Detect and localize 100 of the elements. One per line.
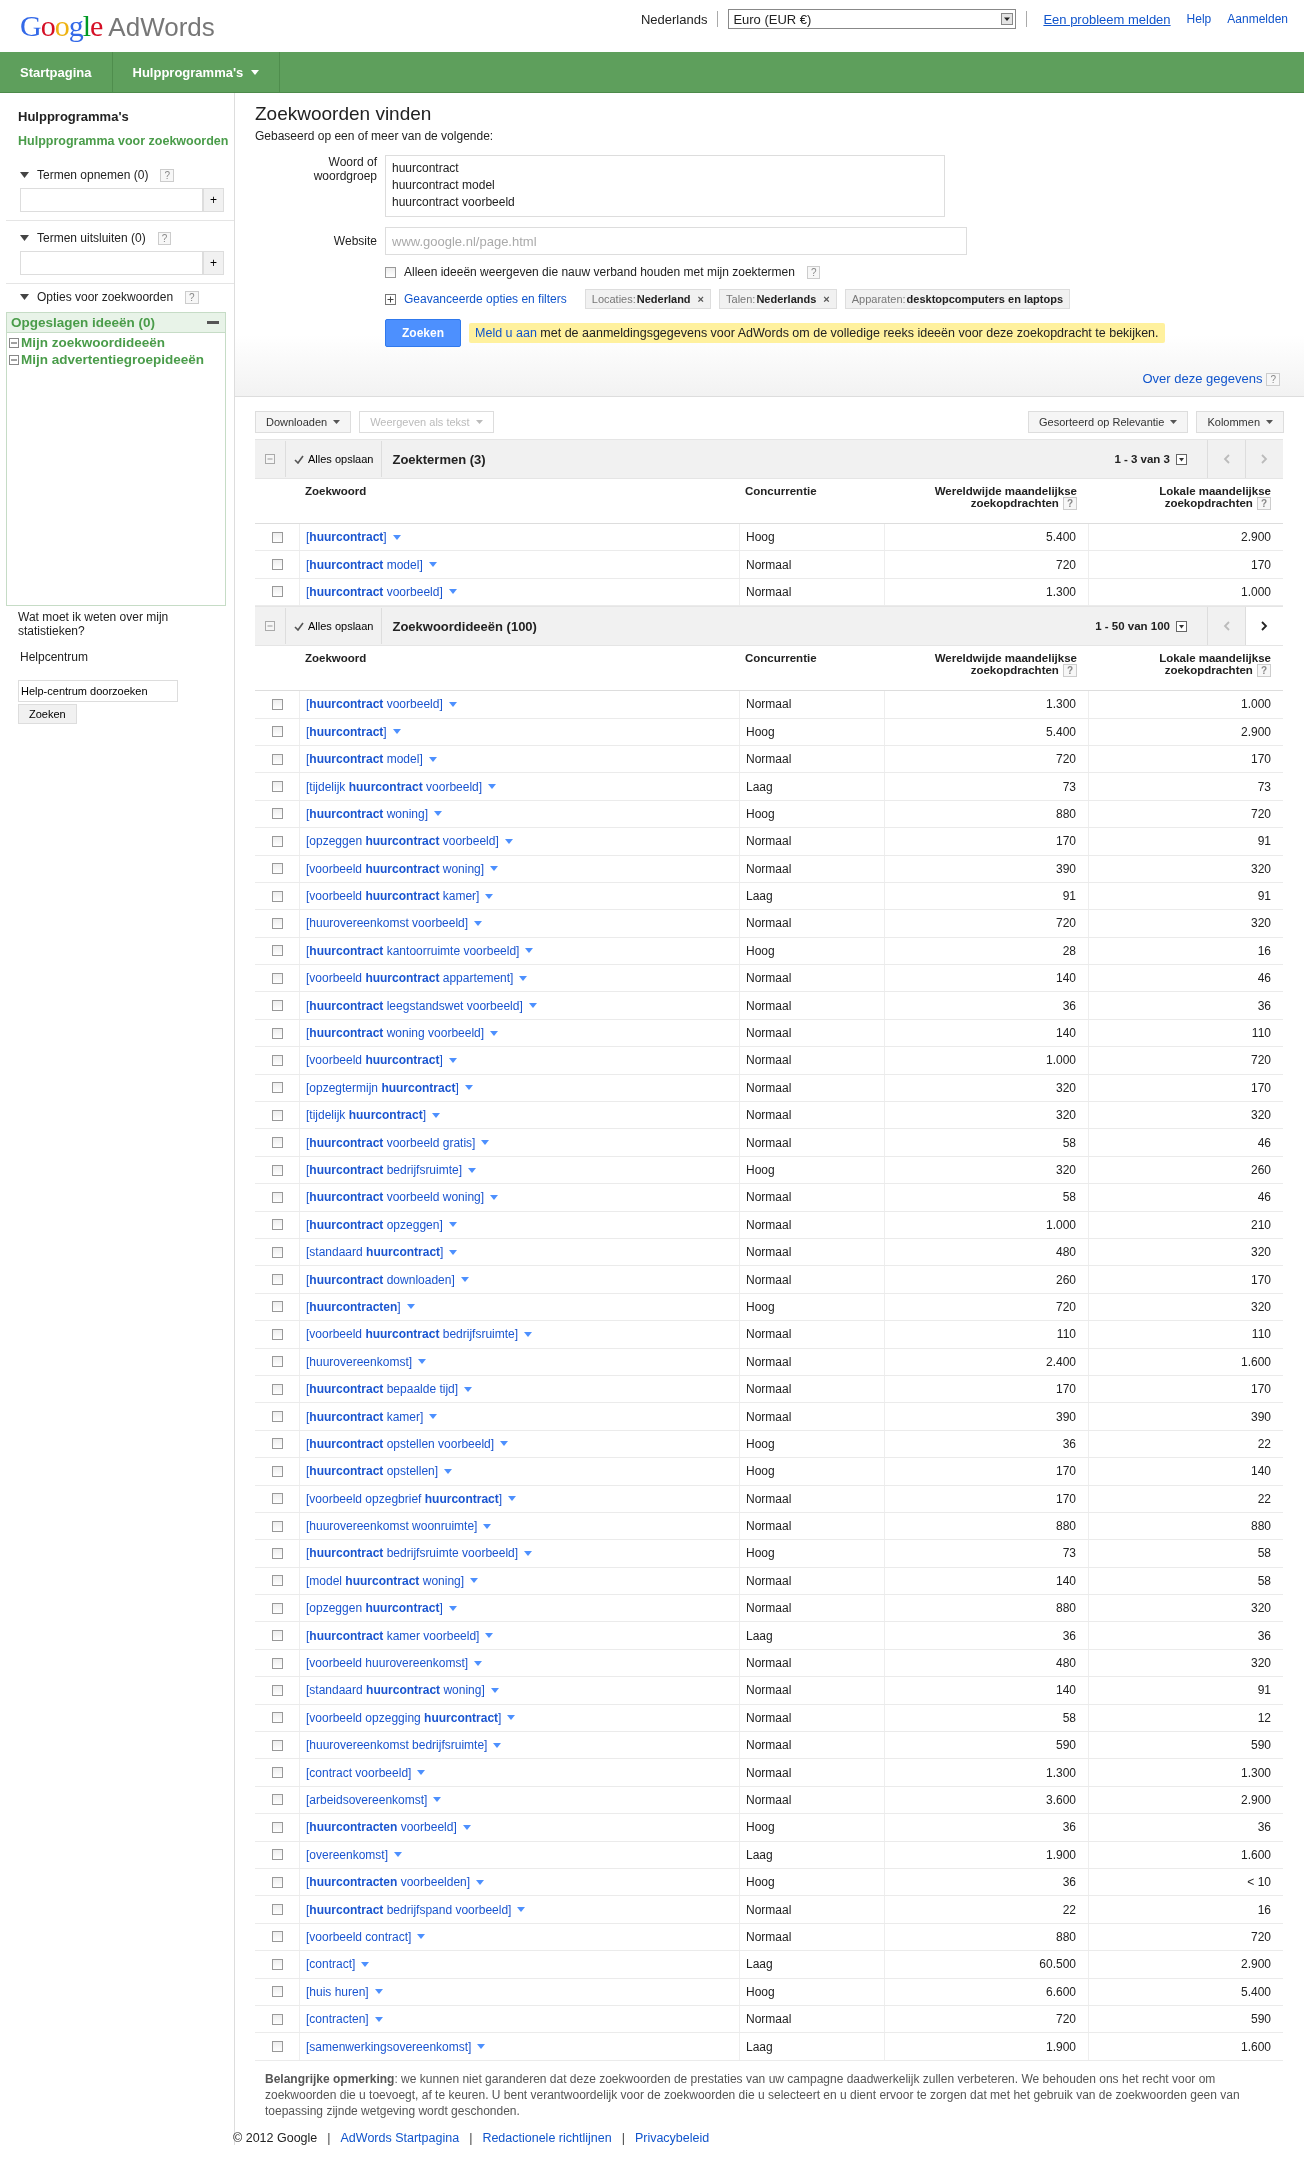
caret-icon[interactable]: [490, 1194, 499, 1200]
caret-icon[interactable]: [485, 893, 494, 899]
caret-icon[interactable]: [251, 69, 260, 75]
help-icon[interactable]: ?: [157, 231, 172, 245]
keyword-link[interactable]: [samenwerkingsovereenkomst]: [306, 2039, 472, 2054]
row-checkbox[interactable]: [271, 1904, 283, 1916]
term-input[interactable]: [20, 251, 203, 275]
help-icon[interactable]: ?: [185, 290, 199, 304]
keyword-link[interactable]: [opzeggen huurcontract]: [306, 1601, 443, 1616]
row-checkbox[interactable]: [271, 808, 283, 820]
checkbox[interactable]: [385, 266, 396, 278]
caret-icon[interactable]: [481, 1140, 490, 1146]
row-checkbox[interactable]: [271, 863, 283, 875]
row-checkbox[interactable]: [271, 1301, 283, 1313]
caret-icon[interactable]: [493, 1742, 502, 1748]
keyword-link[interactable]: [contracten]: [306, 2012, 369, 2027]
row-checkbox[interactable]: [271, 1383, 283, 1395]
row-checkbox[interactable]: [271, 918, 283, 929]
keyword-link[interactable]: [huurcontract bedrijfspand voorbeeld]: [306, 1902, 512, 1917]
caret-icon[interactable]: [432, 1112, 441, 1118]
keyword-link[interactable]: [huurcontract opstellen voorbeeld]: [306, 1436, 495, 1451]
row-checkbox[interactable]: [271, 559, 283, 571]
caret-icon[interactable]: [448, 589, 457, 595]
keyword-link[interactable]: [huurcontracten voorbeeld]: [306, 1820, 457, 1835]
caret-icon[interactable]: [448, 701, 457, 707]
section-label[interactable]: Opties voor zoekwoorden: [37, 290, 174, 304]
caret-icon[interactable]: [468, 1167, 477, 1173]
row-checkbox[interactable]: [271, 1684, 283, 1696]
keyword-link[interactable]: [huurcontract downloaden]: [306, 1272, 455, 1287]
keyword-link[interactable]: [huurcontracten]: [306, 1299, 401, 1314]
caret-icon[interactable]: [444, 1468, 453, 1474]
keyword-link[interactable]: [huurovereenkomst]: [306, 1354, 413, 1369]
website-field[interactable]: www.google.nl/page.html: [385, 227, 967, 255]
currency-select[interactable]: Euro (EUR €): [728, 9, 1017, 29]
caret-icon[interactable]: [508, 1496, 517, 1502]
row-checkbox[interactable]: [271, 726, 283, 738]
keyword-link[interactable]: [voorbeeld huurcontract kamer]: [306, 889, 480, 904]
row-checkbox[interactable]: [271, 1767, 283, 1779]
footer-link[interactable]: Redactionele richtlijnen: [482, 2130, 612, 2145]
keyword-link[interactable]: [huurcontracten voorbeelden]: [306, 1875, 471, 1890]
row-checkbox[interactable]: [271, 1794, 283, 1806]
column-header[interactable]: Wereldwijde maandelijkse zoekopdrachten ?: [890, 652, 1077, 678]
save-all-button[interactable]: Alles opslaan: [285, 441, 383, 477]
keyword-link[interactable]: [huurcontract bepaalde tijd]: [306, 1382, 459, 1397]
keyword-link[interactable]: [contract]: [306, 1957, 356, 1972]
row-checkbox[interactable]: [271, 835, 283, 847]
row-checkbox[interactable]: [271, 1411, 283, 1422]
keyword-link[interactable]: [huurcontract bedrijfsruimte]: [306, 1163, 463, 1177]
dropdown-icon[interactable]: [1176, 620, 1187, 632]
caret-icon[interactable]: [460, 1277, 469, 1283]
header-link[interactable]: Aanmelden: [1227, 12, 1288, 26]
keyword-link[interactable]: [voorbeeld huurcontract]: [306, 1053, 443, 1068]
caret-icon[interactable]: [394, 1852, 403, 1858]
collapse-icon[interactable]: [265, 621, 275, 632]
caret-icon[interactable]: [428, 562, 437, 568]
keyword-link[interactable]: [huurcontract leegstandswet voorbeeld]: [306, 998, 523, 1013]
help-search-field[interactable]: Help-centrum doorzoeken: [18, 680, 178, 702]
row-checkbox[interactable]: [271, 1493, 283, 1505]
collapse-triangle-icon[interactable]: [20, 172, 29, 178]
caret-icon[interactable]: [374, 2016, 383, 2022]
term-input[interactable]: [20, 188, 203, 212]
caret-icon[interactable]: [528, 1003, 537, 1009]
add-button[interactable]: +: [203, 188, 224, 212]
caret-icon[interactable]: [449, 1249, 458, 1255]
filter-chip[interactable]: Talen:Nederlands ×: [719, 289, 837, 309]
keyword-link[interactable]: [huurcontract woning voorbeeld]: [306, 1026, 485, 1041]
row-checkbox[interactable]: [271, 972, 283, 984]
keyword-link[interactable]: [huurcontract kantoorruimte voorbeeld]: [306, 943, 520, 958]
expand-icon[interactable]: [385, 293, 396, 305]
row-checkbox[interactable]: [271, 1931, 283, 1943]
help-icon[interactable]: ?: [160, 168, 174, 182]
help-center-label[interactable]: Helpcentrum: [6, 638, 226, 664]
column-header[interactable]: Lokale maandelijkse zoekopdrachten ?: [1095, 485, 1271, 510]
row-checkbox[interactable]: [271, 1657, 283, 1669]
keyword-link[interactable]: [tijdelijk huurcontract voorbeeld]: [306, 779, 483, 794]
row-checkbox[interactable]: [271, 698, 283, 710]
row-checkbox[interactable]: [271, 1000, 283, 1012]
about-data-link[interactable]: Over deze gegevens: [1142, 371, 1263, 386]
caret-icon[interactable]: [524, 1331, 533, 1337]
caret-icon[interactable]: [429, 1414, 438, 1419]
row-checkbox[interactable]: [271, 1876, 283, 1888]
keyword-link[interactable]: [huurcontract kamer voorbeeld]: [306, 1628, 480, 1643]
keyword-link[interactable]: [huurcontract kamer]: [306, 1409, 424, 1424]
caret-icon[interactable]: [507, 1715, 516, 1721]
row-checkbox[interactable]: [271, 1602, 283, 1614]
keyword-link[interactable]: [huis huren]: [306, 1984, 369, 1999]
row-checkbox[interactable]: [271, 1630, 283, 1642]
caret-icon[interactable]: [490, 866, 499, 872]
caret-icon[interactable]: [477, 2044, 486, 2049]
row-checkbox[interactable]: [271, 1164, 283, 1176]
caret-icon[interactable]: [418, 1359, 427, 1365]
keyword-link[interactable]: [huurovereenkomst bedrijfsruimte]: [306, 1738, 488, 1753]
advanced-options-link[interactable]: Geavanceerde opties en filters: [404, 292, 567, 306]
row-checkbox[interactable]: [271, 1328, 283, 1340]
row-checkbox[interactable]: [271, 2041, 283, 2052]
keyword-link[interactable]: [voorbeeld huurcontract appartement]: [306, 971, 514, 986]
row-checkbox[interactable]: [271, 586, 283, 598]
section-label[interactable]: Termen uitsluiten (0): [37, 231, 146, 245]
row-checkbox[interactable]: [271, 1219, 283, 1231]
row-checkbox[interactable]: [271, 1821, 283, 1833]
